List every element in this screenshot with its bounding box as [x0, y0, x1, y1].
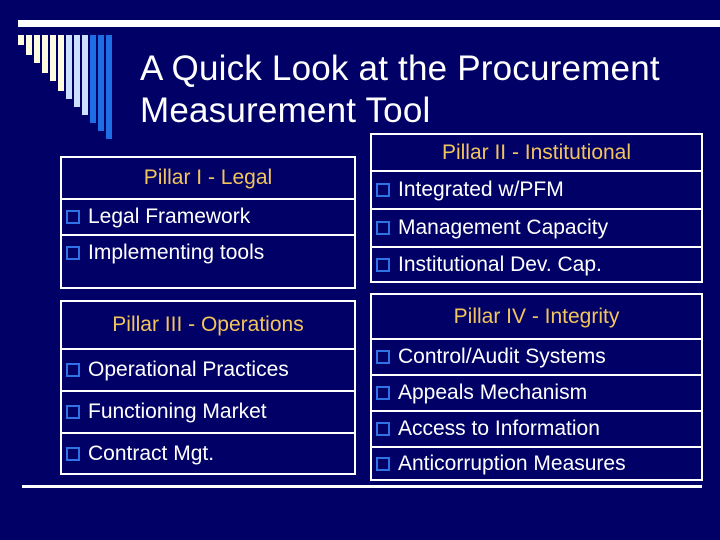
slide-title: A Quick Look at the Procurement Measurem…	[140, 48, 660, 132]
decorative-bar	[42, 35, 48, 73]
square-bullet-icon	[66, 363, 80, 377]
square-bullet-icon	[376, 221, 390, 235]
item-label: Implementing tools	[88, 241, 265, 264]
item-label: Anticorruption Measures	[398, 451, 626, 475]
decorative-bar	[82, 35, 88, 115]
pillar-4-box: Pillar IV - Integrity Control/Audit Syst…	[370, 293, 703, 481]
item-label: Functioning Market	[88, 400, 267, 423]
item-label: Institutional Dev. Cap.	[398, 252, 602, 276]
square-bullet-icon	[376, 386, 390, 400]
list-item: Appeals Mechanism	[372, 376, 701, 412]
square-bullet-icon	[376, 183, 390, 197]
pillar-2-box: Pillar II - Institutional Integrated w/P…	[370, 133, 703, 283]
decorative-bar	[106, 35, 112, 139]
item-label: Access to Information	[398, 417, 600, 440]
list-item: Anticorruption Measures	[372, 448, 701, 479]
list-item: Functioning Market	[62, 392, 354, 434]
list-item: Contract Mgt.	[62, 434, 354, 473]
list-item: Implementing tools	[62, 236, 354, 270]
pillar-3-box: Pillar III - Operations Operational Prac…	[60, 300, 356, 475]
top-rule	[18, 20, 720, 27]
square-bullet-icon	[66, 405, 80, 419]
list-item: Access to Information	[372, 412, 701, 448]
item-label: Appeals Mechanism	[398, 381, 588, 404]
item-label: Operational Practices	[88, 358, 289, 381]
item-label: Integrated w/PFM	[398, 178, 564, 201]
decorative-bar	[98, 35, 104, 131]
square-bullet-icon	[66, 246, 80, 260]
pillar-heading: Pillar III - Operations	[62, 302, 354, 350]
decorative-bar	[58, 35, 64, 91]
pillar-heading: Pillar II - Institutional	[372, 135, 701, 172]
list-item: Control/Audit Systems	[372, 340, 701, 376]
pillar-1-box: Pillar I - Legal Legal Framework Impleme…	[60, 156, 356, 289]
title-line-1: A Quick Look at the Procurement	[140, 49, 660, 88]
list-item: Management Capacity	[372, 210, 701, 248]
list-item: Integrated w/PFM	[372, 172, 701, 210]
decorative-bar	[74, 35, 80, 107]
list-item: Legal Framework	[62, 200, 354, 236]
decorative-bar	[26, 35, 32, 55]
decorative-bar	[90, 35, 96, 123]
square-bullet-icon	[376, 350, 390, 364]
square-bullet-icon	[66, 210, 80, 224]
title-line-2: Measurement Tool	[140, 91, 431, 130]
square-bullet-icon	[376, 456, 390, 471]
square-bullet-icon	[376, 257, 390, 272]
decorative-bar	[66, 35, 72, 99]
item-label: Legal Framework	[88, 205, 251, 228]
list-item: Institutional Dev. Cap.	[372, 248, 701, 281]
square-bullet-icon	[376, 422, 390, 436]
bottom-rule	[22, 485, 702, 488]
decorative-bar	[50, 35, 56, 81]
item-label: Control/Audit Systems	[398, 345, 606, 368]
decorative-bar	[34, 35, 40, 63]
pillar-heading: Pillar IV - Integrity	[372, 295, 701, 340]
list-item: Operational Practices	[62, 350, 354, 392]
decorative-bar	[18, 35, 24, 45]
item-label: Management Capacity	[398, 216, 609, 239]
square-bullet-icon	[66, 446, 80, 461]
item-label: Contract Mgt.	[88, 441, 215, 465]
pillar-heading: Pillar I - Legal	[62, 158, 354, 200]
